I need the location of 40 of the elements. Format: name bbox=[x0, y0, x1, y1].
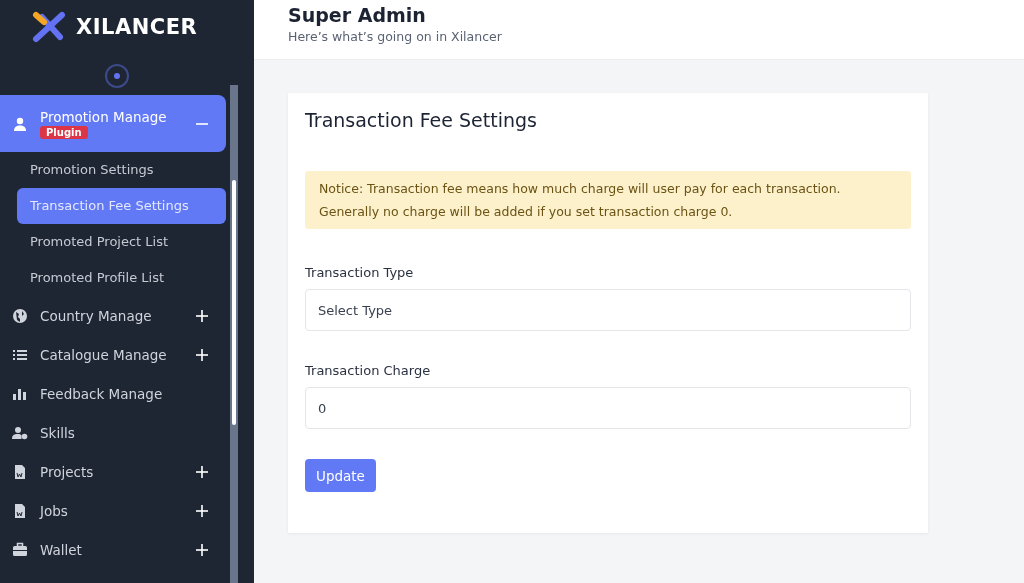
menu-item[interactable]: Feedback Manage bbox=[0, 374, 226, 413]
document-icon bbox=[12, 463, 28, 480]
user-gear-icon bbox=[12, 424, 28, 441]
menu-label: Projects bbox=[40, 463, 94, 480]
menu-item[interactable]: Skills bbox=[0, 413, 226, 452]
submenu-item[interactable]: Promoted Project List bbox=[17, 224, 226, 260]
field-label: Transaction Type bbox=[305, 265, 415, 280]
menu-item[interactable]: Projects bbox=[0, 452, 226, 491]
input-field[interactable]: 0 bbox=[305, 387, 911, 429]
menu-label: Feedback Manage bbox=[40, 385, 163, 402]
document-icon bbox=[12, 502, 28, 519]
briefcase-icon bbox=[12, 541, 28, 558]
update-button[interactable]: Update bbox=[305, 459, 376, 492]
menu-item[interactable]: Country Manage bbox=[0, 296, 226, 335]
menu-label: Wallet bbox=[40, 541, 82, 558]
submenu-item[interactable]: Promoted Profile List bbox=[17, 260, 226, 296]
person-icon bbox=[12, 115, 28, 132]
menu-item[interactable]: Wallet bbox=[0, 530, 226, 569]
field-label: Transaction Charge bbox=[305, 363, 432, 378]
menu-label: Skills bbox=[40, 424, 75, 441]
page-subtitle: Here’s what’s going on in Xilancer bbox=[288, 29, 503, 44]
scrollbar-thumb[interactable] bbox=[232, 180, 236, 425]
plugin-badge: Plugin bbox=[40, 125, 88, 139]
menu-label: Promotion Manage bbox=[40, 108, 167, 125]
submenu-item[interactable]: Promotion Settings bbox=[17, 152, 226, 188]
brand-name: XILANCER bbox=[76, 15, 198, 39]
scrollbar[interactable] bbox=[230, 85, 238, 583]
notice-alert: Notice: Transaction fee means how much charge will user pay for each transaction. Generally no charge will be added if you set transaction charge 0. bbox=[305, 171, 911, 229]
select-field[interactable]: Select Type bbox=[305, 289, 911, 331]
menu-item[interactable]: Jobs bbox=[0, 491, 226, 530]
menu-item[interactable]: Catalogue Manage bbox=[0, 335, 226, 374]
page-title: Super Admin bbox=[288, 3, 427, 28]
menu-label: Catalogue Manage bbox=[40, 346, 167, 363]
card-title: Transaction Fee Settings bbox=[305, 109, 538, 131]
menu-label: Jobs bbox=[40, 502, 68, 519]
logo-icon bbox=[32, 11, 68, 43]
globe-icon bbox=[12, 307, 28, 324]
menu-label: Country Manage bbox=[40, 307, 152, 324]
menu-item[interactable]: Promotion Manage Plugin bbox=[0, 95, 226, 152]
sidebar-toggle-icon[interactable] bbox=[104, 63, 130, 89]
